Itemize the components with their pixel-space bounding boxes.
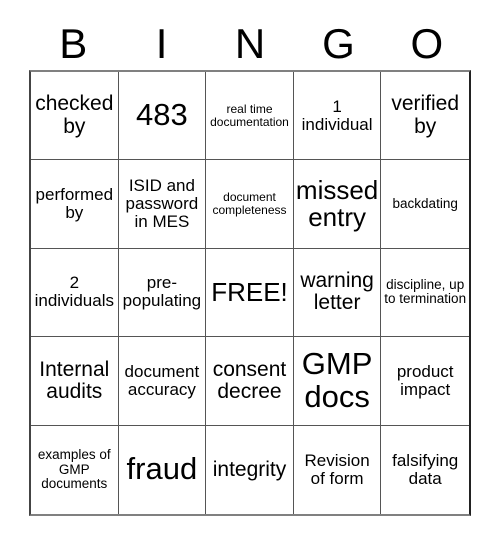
bingo-cell-label: examples of GMP documents: [37, 447, 111, 491]
bingo-header-letter-o: O: [410, 20, 444, 67]
bingo-cell[interactable]: 2 individuals: [31, 248, 119, 338]
bingo-cell[interactable]: product impact: [381, 337, 469, 426]
bingo-cell[interactable]: performed by: [31, 160, 119, 249]
bingo-cell-label: ISID and password in MES: [125, 176, 199, 232]
bingo-cell[interactable]: discipline, up to termination: [381, 248, 469, 338]
bingo-cell-label: product impact: [396, 361, 454, 399]
bingo-cell-label: GMP docs: [301, 346, 373, 414]
bingo-cell-label: Internal audits: [39, 357, 110, 403]
bingo-cell-label: verified by: [391, 92, 460, 138]
bingo-cell-label: 1 individual: [301, 96, 373, 134]
bingo-cell-label: 2 individuals: [34, 273, 114, 311]
bingo-cell[interactable]: verified by: [381, 72, 469, 161]
bingo-header-letter-i: I: [155, 20, 168, 67]
bingo-cell[interactable]: document accuracy: [118, 337, 207, 426]
bingo-cell[interactable]: 1 individual: [293, 72, 382, 161]
bingo-cell[interactable]: GMP docs: [293, 337, 382, 426]
bingo-cell-label: pre-populating: [122, 273, 202, 311]
bingo-cell[interactable]: Internal audits: [31, 337, 119, 426]
bingo-cell[interactable]: pre-populating: [118, 248, 207, 338]
bingo-cell-label: document accuracy: [124, 361, 200, 399]
bingo-cell[interactable]: real time documentation: [206, 72, 294, 161]
bingo-cell[interactable]: warning letter: [293, 248, 382, 338]
bingo-grid: checked by 483 real time documentation 1…: [29, 70, 471, 516]
bingo-cell-label: falsifying data: [392, 450, 459, 488]
bingo-cell-free[interactable]: FREE!: [206, 248, 294, 338]
bingo-cell-label: missed entry: [295, 174, 379, 233]
bingo-cell-label: checked by: [35, 92, 114, 138]
bingo-cell[interactable]: document completeness: [206, 160, 294, 249]
bingo-cell[interactable]: examples of GMP documents: [31, 425, 119, 514]
bingo-cell-label: warning letter: [300, 269, 374, 315]
bingo-cell-label: discipline, up to termination: [384, 277, 467, 307]
bingo-cell-label: document completeness: [212, 190, 287, 218]
bingo-cell-label: FREE!: [211, 276, 288, 307]
bingo-cell[interactable]: integrity: [206, 425, 294, 514]
bingo-cell[interactable]: checked by: [31, 72, 119, 161]
bingo-card: B I N G O checked by 483 real time docum…: [0, 0, 500, 544]
bingo-cell[interactable]: missed entry: [293, 160, 382, 249]
bingo-cell-label: fraud: [126, 451, 198, 487]
bingo-cell[interactable]: ISID and password in MES: [118, 160, 207, 249]
bingo-cell-label: performed by: [35, 185, 114, 223]
bingo-cell-label: integrity: [212, 457, 287, 481]
bingo-header-letter-n: N: [234, 20, 266, 67]
bingo-header-letter-b: B: [59, 20, 88, 67]
bingo-cell-label: backdating: [392, 195, 458, 211]
bingo-cell[interactable]: consent decree: [206, 337, 294, 426]
bingo-cell[interactable]: Revision of form: [293, 425, 382, 514]
bingo-cell-label: consent decree: [212, 357, 287, 403]
bingo-cell[interactable]: falsifying data: [381, 425, 469, 514]
bingo-header: B I N G O: [29, 18, 471, 70]
bingo-cell[interactable]: fraud: [118, 425, 207, 514]
bingo-cell[interactable]: backdating: [381, 160, 469, 249]
bingo-cell-label: Revision of form: [304, 450, 370, 488]
bingo-cell-label: real time documentation: [210, 101, 289, 129]
bingo-cell[interactable]: 483: [118, 72, 207, 161]
bingo-cell-label: 483: [136, 97, 188, 133]
bingo-header-letter-g: G: [322, 20, 355, 67]
